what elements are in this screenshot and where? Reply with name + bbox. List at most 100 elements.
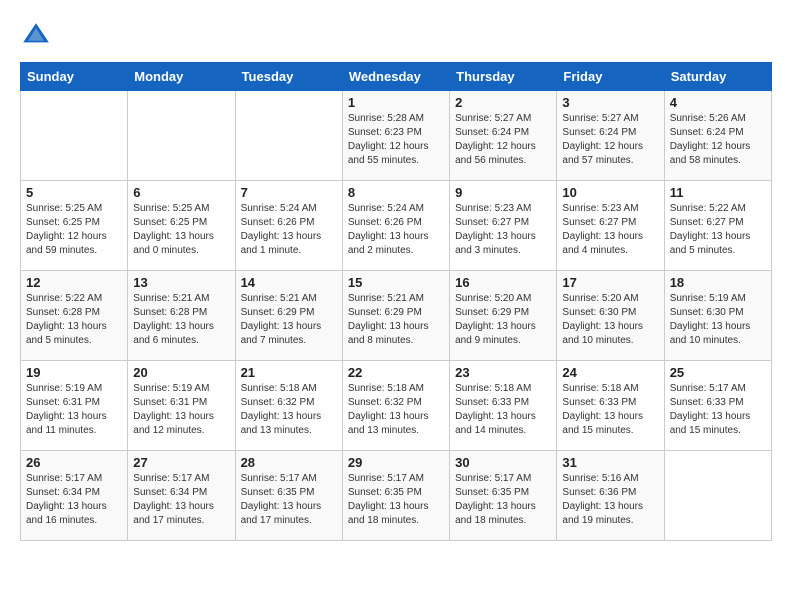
- header-thursday: Thursday: [450, 63, 557, 91]
- day-number: 2: [455, 95, 551, 110]
- calendar-cell: 20 Sunrise: 5:19 AM Sunset: 6:31 PM Dayli…: [128, 361, 235, 451]
- day-info: Sunrise: 5:28 AM Sunset: 6:23 PM Dayligh…: [348, 112, 444, 168]
- day-number: 7: [241, 185, 337, 200]
- calendar-cell: 21Sunrise: 5:18 AM Sunset: 6:32 PM Dayli…: [235, 361, 342, 451]
- day-number: 13: [133, 275, 229, 290]
- calendar-cell: 13 Sunrise: 5:21 AM Sunset: 6:28 PM Dayli…: [128, 271, 235, 361]
- day-number: 31: [562, 455, 658, 470]
- calendar-cell: 23 Sunrise: 5:18 AM Sunset: 6:33 PM Dayli…: [450, 361, 557, 451]
- calendar-cell: 9 Sunrise: 5:23 AM Sunset: 6:27 PM Daylig…: [450, 181, 557, 271]
- header-tuesday: Tuesday: [235, 63, 342, 91]
- day-info: Sunrise: 5:23 AM Sunset: 6:27 PM Dayligh…: [562, 202, 658, 258]
- day-number: 8: [348, 185, 444, 200]
- day-number: 18: [670, 275, 766, 290]
- day-number: 6: [133, 185, 229, 200]
- calendar-cell: 29Sunrise: 5:17 AM Sunset: 6:35 PM Dayli…: [342, 451, 449, 541]
- day-info: Sunrise: 5:17 AM Sunset: 6:33 PM Dayligh…: [670, 382, 766, 438]
- day-number: 3: [562, 95, 658, 110]
- calendar-cell: [664, 451, 771, 541]
- calendar-cell: 24Sunrise: 5:18 AM Sunset: 6:33 PM Dayli…: [557, 361, 664, 451]
- calendar-cell: 6 Sunrise: 5:25 AM Sunset: 6:25 PM Daylig…: [128, 181, 235, 271]
- calendar-cell: 2 Sunrise: 5:27 AM Sunset: 6:24 PM Daylig…: [450, 91, 557, 181]
- logo-icon: [20, 20, 52, 52]
- calendar-cell: 16 Sunrise: 5:20 AM Sunset: 6:29 PM Dayli…: [450, 271, 557, 361]
- day-info: Sunrise: 5:17 AM Sunset: 6:34 PM Dayligh…: [133, 472, 229, 528]
- day-info: Sunrise: 5:16 AM Sunset: 6:36 PM Dayligh…: [562, 472, 658, 528]
- calendar-cell: 14Sunrise: 5:21 AM Sunset: 6:29 PM Dayli…: [235, 271, 342, 361]
- calendar-cell: [128, 91, 235, 181]
- calendar-cell: 22 Sunrise: 5:18 AM Sunset: 6:32 PM Dayli…: [342, 361, 449, 451]
- calendar-cell: 5Sunrise: 5:25 AM Sunset: 6:25 PM Daylig…: [21, 181, 128, 271]
- calendar-cell: 25 Sunrise: 5:17 AM Sunset: 6:33 PM Dayli…: [664, 361, 771, 451]
- page-header: [20, 20, 772, 52]
- calendar-cell: 12 Sunrise: 5:22 AM Sunset: 6:28 PM Dayli…: [21, 271, 128, 361]
- calendar-week-2: 5Sunrise: 5:25 AM Sunset: 6:25 PM Daylig…: [21, 181, 772, 271]
- day-info: Sunrise: 5:24 AM Sunset: 6:26 PM Dayligh…: [241, 202, 337, 258]
- day-info: Sunrise: 5:19 AM Sunset: 6:31 PM Dayligh…: [26, 382, 122, 438]
- calendar-week-5: 26 Sunrise: 5:17 AM Sunset: 6:34 PM Dayli…: [21, 451, 772, 541]
- day-info: Sunrise: 5:17 AM Sunset: 6:34 PM Dayligh…: [26, 472, 122, 528]
- calendar-cell: 15 Sunrise: 5:21 AM Sunset: 6:29 PM Dayli…: [342, 271, 449, 361]
- day-info: Sunrise: 5:23 AM Sunset: 6:27 PM Dayligh…: [455, 202, 551, 258]
- calendar-cell: 8Sunrise: 5:24 AM Sunset: 6:26 PM Daylig…: [342, 181, 449, 271]
- calendar-cell: 26 Sunrise: 5:17 AM Sunset: 6:34 PM Dayli…: [21, 451, 128, 541]
- calendar-cell: [235, 91, 342, 181]
- day-info: Sunrise: 5:21 AM Sunset: 6:29 PM Dayligh…: [348, 292, 444, 348]
- day-info: Sunrise: 5:26 AM Sunset: 6:24 PM Dayligh…: [670, 112, 766, 168]
- day-number: 10: [562, 185, 658, 200]
- calendar-cell: 3 Sunrise: 5:27 AM Sunset: 6:24 PM Daylig…: [557, 91, 664, 181]
- day-info: Sunrise: 5:17 AM Sunset: 6:35 PM Dayligh…: [455, 472, 551, 528]
- calendar-week-4: 19 Sunrise: 5:19 AM Sunset: 6:31 PM Dayli…: [21, 361, 772, 451]
- day-info: Sunrise: 5:19 AM Sunset: 6:31 PM Dayligh…: [133, 382, 229, 438]
- day-info: Sunrise: 5:22 AM Sunset: 6:27 PM Dayligh…: [670, 202, 766, 258]
- day-number: 15: [348, 275, 444, 290]
- calendar-week-3: 12 Sunrise: 5:22 AM Sunset: 6:28 PM Dayli…: [21, 271, 772, 361]
- day-number: 14: [241, 275, 337, 290]
- day-number: 25: [670, 365, 766, 380]
- day-info: Sunrise: 5:20 AM Sunset: 6:29 PM Dayligh…: [455, 292, 551, 348]
- calendar-cell: 27 Sunrise: 5:17 AM Sunset: 6:34 PM Dayli…: [128, 451, 235, 541]
- day-number: 30: [455, 455, 551, 470]
- day-info: Sunrise: 5:27 AM Sunset: 6:24 PM Dayligh…: [562, 112, 658, 168]
- calendar-cell: 10 Sunrise: 5:23 AM Sunset: 6:27 PM Dayli…: [557, 181, 664, 271]
- day-info: Sunrise: 5:18 AM Sunset: 6:32 PM Dayligh…: [348, 382, 444, 438]
- day-info: Sunrise: 5:18 AM Sunset: 6:32 PM Dayligh…: [241, 382, 337, 438]
- day-info: Sunrise: 5:20 AM Sunset: 6:30 PM Dayligh…: [562, 292, 658, 348]
- day-number: 20: [133, 365, 229, 380]
- day-number: 4: [670, 95, 766, 110]
- header-friday: Friday: [557, 63, 664, 91]
- day-info: Sunrise: 5:21 AM Sunset: 6:28 PM Dayligh…: [133, 292, 229, 348]
- day-info: Sunrise: 5:25 AM Sunset: 6:25 PM Dayligh…: [133, 202, 229, 258]
- day-number: 23: [455, 365, 551, 380]
- calendar-cell: 18 Sunrise: 5:19 AM Sunset: 6:30 PM Dayli…: [664, 271, 771, 361]
- day-info: Sunrise: 5:22 AM Sunset: 6:28 PM Dayligh…: [26, 292, 122, 348]
- calendar-table: SundayMondayTuesdayWednesdayThursdayFrid…: [20, 62, 772, 541]
- day-number: 19: [26, 365, 122, 380]
- day-number: 17: [562, 275, 658, 290]
- day-number: 11: [670, 185, 766, 200]
- day-number: 26: [26, 455, 122, 470]
- calendar-header-row: SundayMondayTuesdayWednesdayThursdayFrid…: [21, 63, 772, 91]
- day-info: Sunrise: 5:19 AM Sunset: 6:30 PM Dayligh…: [670, 292, 766, 348]
- calendar-cell: 30 Sunrise: 5:17 AM Sunset: 6:35 PM Dayli…: [450, 451, 557, 541]
- calendar-cell: [21, 91, 128, 181]
- calendar-cell: 17 Sunrise: 5:20 AM Sunset: 6:30 PM Dayli…: [557, 271, 664, 361]
- day-number: 12: [26, 275, 122, 290]
- day-info: Sunrise: 5:27 AM Sunset: 6:24 PM Dayligh…: [455, 112, 551, 168]
- day-number: 27: [133, 455, 229, 470]
- day-number: 16: [455, 275, 551, 290]
- day-info: Sunrise: 5:18 AM Sunset: 6:33 PM Dayligh…: [562, 382, 658, 438]
- header-monday: Monday: [128, 63, 235, 91]
- calendar-cell: 4 Sunrise: 5:26 AM Sunset: 6:24 PM Daylig…: [664, 91, 771, 181]
- calendar-cell: 11 Sunrise: 5:22 AM Sunset: 6:27 PM Dayli…: [664, 181, 771, 271]
- calendar-cell: 7 Sunrise: 5:24 AM Sunset: 6:26 PM Daylig…: [235, 181, 342, 271]
- day-info: Sunrise: 5:17 AM Sunset: 6:35 PM Dayligh…: [348, 472, 444, 528]
- header-sunday: Sunday: [21, 63, 128, 91]
- day-number: 9: [455, 185, 551, 200]
- header-saturday: Saturday: [664, 63, 771, 91]
- day-info: Sunrise: 5:18 AM Sunset: 6:33 PM Dayligh…: [455, 382, 551, 438]
- header-wednesday: Wednesday: [342, 63, 449, 91]
- calendar-week-1: 1Sunrise: 5:28 AM Sunset: 6:23 PM Daylig…: [21, 91, 772, 181]
- day-number: 22: [348, 365, 444, 380]
- calendar-cell: 1Sunrise: 5:28 AM Sunset: 6:23 PM Daylig…: [342, 91, 449, 181]
